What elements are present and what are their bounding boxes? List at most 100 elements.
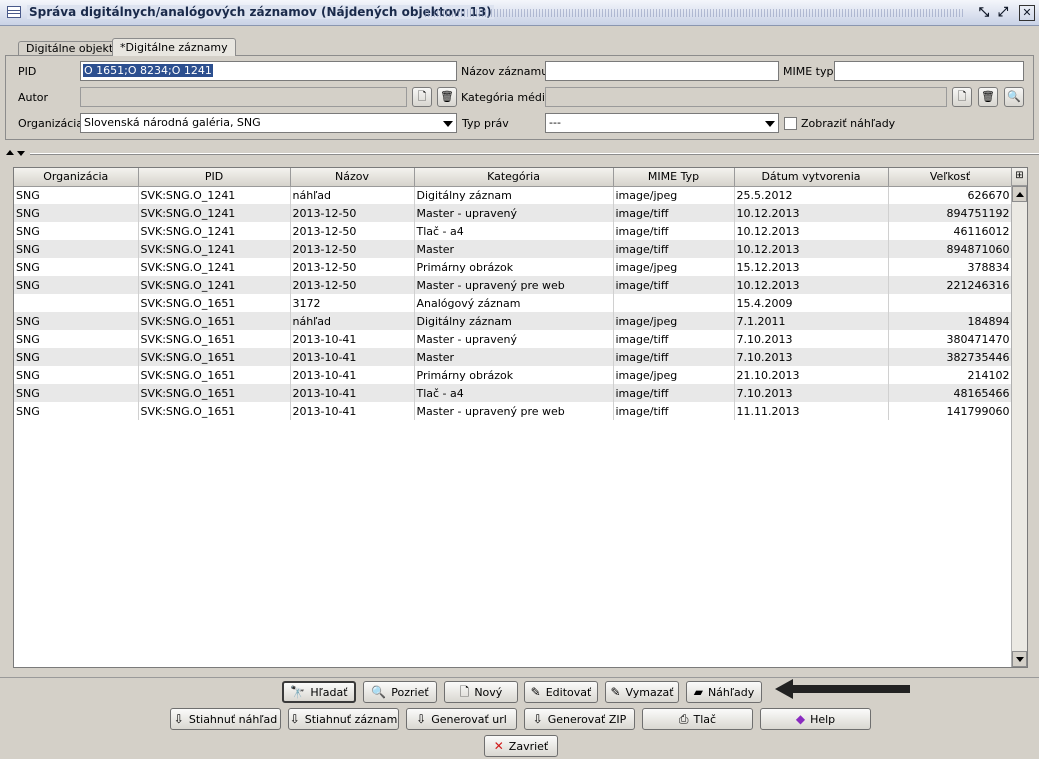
cell-pid: SVK:SNG.O_1241 [138, 240, 291, 258]
cell-kategoria: Master - upravený pre web [414, 276, 614, 294]
table-header-row: Organizácia PID Názov Kategória MIME Typ… [14, 168, 1013, 187]
cell-nazov: 2013-10-41 [290, 366, 415, 384]
zobrazit-nahlady-checkbox[interactable] [784, 117, 797, 130]
stiahnut-nahlad-label: Stiahnuť náhľad [188, 713, 278, 726]
column-header-velkost[interactable]: Veľkosť [888, 168, 1013, 187]
column-header-datum-vytvorenia[interactable]: Dátum vytvorenia [734, 168, 889, 187]
cell-mime-typ: image/tiff [613, 222, 735, 240]
collapse-down-icon[interactable] [17, 151, 25, 156]
cell-velkost: 378834 [888, 258, 1013, 276]
nahlady-label: Náhľady [707, 686, 755, 699]
cell-velkost: 380471470 [888, 330, 1013, 348]
column-header-kategoria[interactable]: Kategória [414, 168, 614, 187]
panel-splitter[interactable] [0, 149, 1039, 157]
pid-input[interactable]: O 1651;O 8234;O 1241 [80, 61, 457, 81]
cell-datum-vytvorenia: 7.1.2011 [734, 312, 889, 330]
table-row[interactable]: SNG SVK:SNG.O_1241 2013-12-50 Master - upra… [14, 204, 1013, 222]
cell-datum-vytvorenia: 7.10.2013 [734, 384, 889, 402]
new-document-icon: 🗋 [957, 90, 967, 103]
table-row[interactable]: SNG SVK:SNG.O_1241 2013-12-50 Tlač - a4 imag… [14, 222, 1013, 240]
pointer-arrow-shaft [792, 685, 910, 693]
tlac-button[interactable]: ⎙ Tlač [642, 708, 753, 730]
autor-input[interactable] [80, 87, 407, 107]
help-button[interactable]: ◆ Help [760, 708, 871, 730]
editovat-button[interactable]: ✎ Editovať [524, 681, 598, 703]
organizacia-select[interactable]: Slovenská národná galéria, SNG [80, 113, 457, 133]
cell-kategoria: Master - upravený [414, 204, 614, 222]
cell-kategoria: Master - upravený pre web [414, 402, 614, 420]
table-row[interactable]: SNG SVK:SNG.O_1241 2013-12-50 Primárny obrá… [14, 258, 1013, 276]
cell-organizacia: SNG [14, 276, 139, 294]
cell-pid: SVK:SNG.O_1241 [138, 276, 291, 294]
column-header-organizacia[interactable]: Organizácia [14, 168, 139, 187]
minimize-icon[interactable]: ⤡ [976, 5, 992, 21]
cell-nazov: náhľad [290, 312, 415, 330]
kategoria-select-button[interactable]: 🗋 [952, 87, 972, 107]
kategoria-search-button[interactable]: 🔍 [1004, 87, 1024, 107]
column-header-nazov[interactable]: Názov [290, 168, 415, 187]
table-row[interactable]: SNG SVK:SNG.O_1651 náhľad Digitálny záznam i… [14, 312, 1013, 330]
cell-pid: SVK:SNG.O_1651 [138, 402, 291, 420]
table-row[interactable]: SVK:SNG.O_1651 3172 Analógový záznam 15.4.2… [14, 294, 1013, 312]
table-app-icon [7, 6, 21, 18]
stiahnut-zaznam-button[interactable]: ⇩ Stiahnuť záznam [288, 708, 399, 730]
novy-label: Nový [474, 686, 503, 699]
cell-nazov: 3172 [290, 294, 415, 312]
mime-typ-input[interactable] [834, 61, 1024, 81]
cell-mime-typ: image/jpeg [613, 186, 735, 204]
cell-kategoria: Master [414, 348, 614, 366]
table-row[interactable]: SNG SVK:SNG.O_1651 2013-10-41 Master image/t… [14, 348, 1013, 366]
window-title-bar: Správa digitálnych/analógových záznamov … [0, 0, 1039, 26]
novy-button[interactable]: 🗋 Nový [444, 681, 518, 703]
cell-nazov: 2013-12-50 [290, 222, 415, 240]
table-row[interactable]: SNG SVK:SNG.O_1651 2013-10-41 Master - upra… [14, 402, 1013, 420]
autor-select-button[interactable]: 🗋 [412, 87, 432, 107]
cell-nazov: náhľad [290, 186, 415, 204]
hladat-button[interactable]: 🔭 Hľadať [282, 681, 356, 703]
mime-typ-label: MIME typ [783, 65, 834, 78]
collapse-up-icon[interactable] [6, 150, 14, 155]
kategoria-clear-button[interactable]: 🗑 [978, 87, 998, 107]
nahlady-button[interactable]: ▰ Náhľady [686, 681, 762, 703]
table-row[interactable]: SNG SVK:SNG.O_1241 náhľad Digitálny záznam i… [14, 186, 1013, 204]
column-header-pid[interactable]: PID [138, 168, 291, 187]
tab-digitalne-zaznamy[interactable]: *Digitálne záznamy [112, 38, 236, 56]
cell-organizacia: SNG [14, 222, 139, 240]
table-row[interactable]: SNG SVK:SNG.O_1651 2013-10-41 Master - upra… [14, 330, 1013, 348]
maximize-icon[interactable]: ⤢ [995, 5, 1011, 21]
generovat-zip-button[interactable]: ⇩ Generovať ZIP [524, 708, 635, 730]
kategoria-media-input[interactable] [545, 87, 947, 107]
pozriet-button[interactable]: 🔍 Pozrieť [363, 681, 437, 703]
stiahnut-nahlad-button[interactable]: ⇩ Stiahnuť náhľad [170, 708, 281, 730]
vertical-scrollbar[interactable] [1011, 186, 1027, 667]
column-header-mime-typ[interactable]: MIME Typ [613, 168, 735, 187]
scroll-up-button[interactable] [1012, 186, 1027, 202]
table-row[interactable]: SNG SVK:SNG.O_1241 2013-12-50 Master - upra… [14, 276, 1013, 294]
nazov-zaznamu-input[interactable] [545, 61, 779, 81]
column-chooser-icon[interactable]: ⊞ [1011, 168, 1027, 186]
hladat-label: Hľadať [310, 686, 348, 699]
table-row[interactable]: SNG SVK:SNG.O_1651 2013-10-41 Tlač - a4 imag… [14, 384, 1013, 402]
scroll-down-button[interactable] [1012, 651, 1027, 667]
magnifier-icon: 🔍 [1007, 90, 1021, 103]
cell-mime-typ: image/tiff [613, 276, 735, 294]
organizacia-value: Slovenská národná galéria, SNG [84, 116, 261, 129]
table-row[interactable]: SNG SVK:SNG.O_1241 2013-12-50 Master image/t… [14, 240, 1013, 258]
typ-prav-select[interactable]: --- [545, 113, 779, 133]
generovat-url-button[interactable]: ⇩ Generovať url [406, 708, 517, 730]
table-row[interactable]: SNG SVK:SNG.O_1651 2013-10-41 Primárny obrá… [14, 366, 1013, 384]
typ-prav-value: --- [549, 116, 561, 129]
cell-kategoria: Master - upravený [414, 330, 614, 348]
generovat-zip-label: Generovať ZIP [547, 713, 627, 726]
close-window-icon[interactable]: ✕ [1019, 5, 1035, 21]
delete-icon: ✎ [610, 685, 621, 699]
cell-mime-typ: image/tiff [613, 384, 735, 402]
splitter-line [30, 153, 1039, 155]
zavriet-button[interactable]: ✕ Zavrieť [484, 735, 558, 757]
autor-clear-button[interactable]: 🗑 [437, 87, 457, 107]
cell-datum-vytvorenia: 10.12.2013 [734, 222, 889, 240]
vymazat-button[interactable]: ✎ Vymazať [605, 681, 679, 703]
title-bar-grip [425, 9, 965, 17]
table-body: SNG SVK:SNG.O_1241 náhľad Digitálny záznam i… [14, 186, 1013, 420]
cell-velkost: 46116012 [888, 222, 1013, 240]
